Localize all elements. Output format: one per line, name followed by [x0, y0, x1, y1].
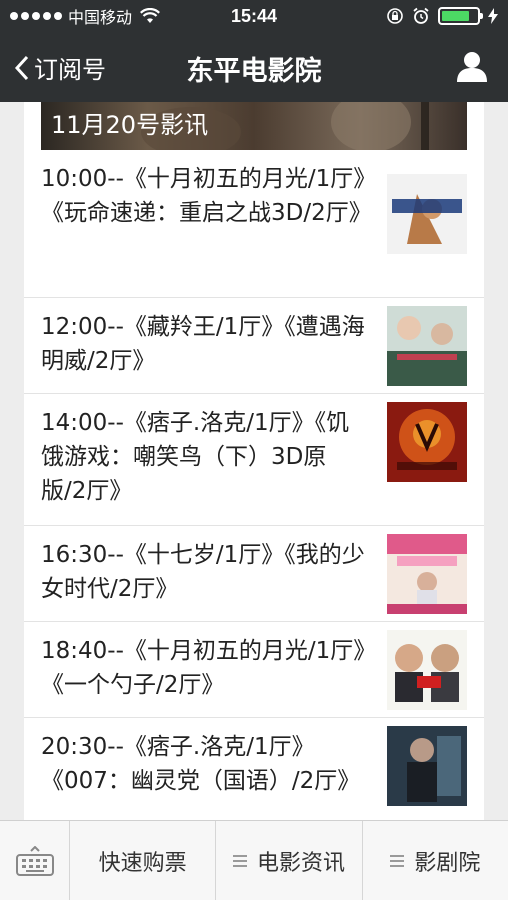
menu-label: 快速购票: [98, 850, 187, 876]
menu-icon: [390, 852, 405, 870]
keyboard-toggle-button[interactable]: [0, 821, 70, 900]
rotation-lock-icon: [387, 8, 403, 24]
showtime-row[interactable]: 18:40--《十月初五的月光/1厅》《一个勺子/2厅》: [24, 622, 484, 718]
movie-poster: [387, 402, 467, 482]
status-bar: 中国移动 15:44: [0, 0, 508, 32]
banner-title: 11月20号影讯: [51, 111, 209, 139]
showtime-text: 12:00--《藏羚王/1厅》《遭遇海明威/2厅》: [41, 314, 365, 374]
movie-poster: [387, 726, 467, 806]
page-title: 东平电影院: [186, 56, 322, 87]
movie-poster: [387, 534, 467, 614]
showtime-row[interactable]: 20:30--《痞子.洛克/1厅》《007：幽灵党（国语）/2厅》: [24, 718, 484, 820]
menu-movie-news[interactable]: 电影资讯: [216, 821, 363, 900]
showtime-row[interactable]: 12:00--《藏羚王/1厅》《遭遇海明威/2厅》: [24, 298, 484, 394]
showtime-text: 14:00--《痞子.洛克/1厅》《饥饿游戏：嘲笑鸟（下）3D原版/2厅》: [41, 410, 350, 504]
menu-icon: [232, 852, 247, 870]
keyboard-icon: [15, 846, 54, 876]
menu-theater[interactable]: 影剧院: [363, 821, 508, 900]
showtime-row[interactable]: 16:30--《十七岁/1厅》《我的少女时代/2厅》: [24, 526, 484, 622]
banner-image: 11月20号影讯: [41, 102, 467, 150]
showtime-text: 16:30--《十七岁/1厅》《我的少女时代/2厅》: [41, 542, 365, 602]
charging-icon: [488, 8, 498, 24]
article-content: 11月20号影讯 10:00--《十月初五的月光/1厅》《玩命速递：重启之战3D…: [24, 102, 484, 820]
movie-poster: [387, 306, 467, 386]
movie-poster: [387, 174, 467, 254]
showtime-text: 10:00--《十月初五的月光/1厅》《玩命速递：重启之战3D/2厅》: [41, 166, 372, 226]
bottom-menu: 快速购票 电影资讯 影剧院: [0, 820, 508, 900]
showtime-text: 18:40--《十月初五的月光/1厅》《一个勺子/2厅》: [41, 638, 365, 698]
showtime-text: 20:30--《痞子.洛克/1厅》《007：幽灵党（国语）/2厅》: [41, 734, 361, 794]
nav-bar: 订阅号 东平电影院: [0, 32, 508, 102]
showtime-row[interactable]: 14:00--《痞子.洛克/1厅》《饥饿游戏：嘲笑鸟（下）3D原版/2厅》: [24, 394, 484, 526]
menu-label: 电影资讯: [256, 850, 345, 876]
movie-poster: [387, 630, 467, 710]
menu-label: 影剧院: [414, 850, 481, 876]
battery-icon: [438, 7, 483, 25]
menu-quick-ticket[interactable]: 快速购票: [70, 821, 217, 900]
user-icon[interactable]: [456, 50, 488, 82]
alarm-icon: [413, 7, 429, 24]
showtime-row[interactable]: 10:00--《十月初五的月光/1厅》《玩命速递：重启之战3D/2厅》: [24, 150, 484, 298]
